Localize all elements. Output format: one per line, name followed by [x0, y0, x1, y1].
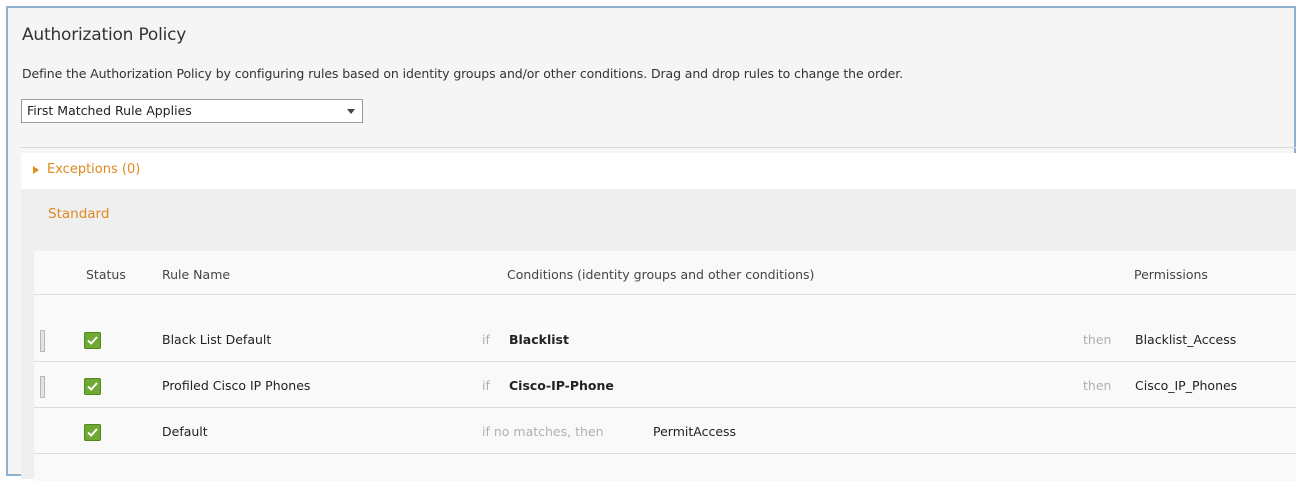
status-enabled-check-icon[interactable] — [84, 424, 101, 441]
chevron-down-icon — [347, 109, 355, 114]
rule-name[interactable]: Default — [162, 424, 208, 439]
rule-permission[interactable]: PermitAccess — [653, 424, 736, 439]
standard-section: Standard Status Rule Name Conditions (id… — [21, 189, 1296, 481]
policy-match-select-value: First Matched Rule Applies — [27, 103, 192, 118]
if-label: if — [482, 332, 490, 347]
rule-permission[interactable]: Cisco_IP_Phones — [1135, 378, 1237, 393]
then-label: then — [1083, 378, 1112, 393]
status-enabled-check-icon[interactable] — [84, 332, 101, 349]
table-row-default[interactable]: Default if no matches, then PermitAccess — [34, 408, 1296, 454]
column-header-permissions: Permissions — [1134, 267, 1208, 282]
divider — [21, 147, 1296, 148]
table-row[interactable]: Black List Default if Blacklist then Bla… — [34, 316, 1296, 362]
rule-condition[interactable]: Blacklist — [509, 332, 569, 347]
page-title: Authorization Policy — [22, 25, 187, 45]
rule-condition[interactable]: Cisco-IP-Phone — [509, 378, 614, 393]
expand-arrow-icon — [33, 166, 39, 174]
then-label: then — [1083, 332, 1112, 347]
table-row[interactable]: Profiled Cisco IP Phones if Cisco-IP-Pho… — [34, 362, 1296, 408]
page-description: Define the Authorization Policy by confi… — [22, 66, 903, 81]
drag-handle-icon[interactable] — [40, 330, 45, 352]
if-label: if — [482, 378, 490, 393]
exceptions-label[interactable]: Exceptions (0) — [47, 162, 140, 177]
standard-label: Standard — [48, 206, 110, 222]
header-divider — [34, 294, 1296, 295]
policy-match-select[interactable]: First Matched Rule Applies — [21, 99, 363, 123]
column-header-rule-name: Rule Name — [162, 267, 231, 282]
rule-name[interactable]: Profiled Cisco IP Phones — [162, 378, 310, 393]
column-header-conditions: Conditions (identity groups and other co… — [507, 267, 815, 282]
if-no-matches-label: if no matches, then — [482, 424, 604, 439]
rule-permission[interactable]: Blacklist_Access — [1135, 332, 1236, 347]
drag-handle-icon[interactable] — [40, 376, 45, 398]
column-header-status: Status — [86, 267, 126, 282]
authorization-policy-panel: Authorization Policy Define the Authoriz… — [6, 6, 1296, 481]
status-enabled-check-icon[interactable] — [84, 378, 101, 395]
rule-name[interactable]: Black List Default — [162, 332, 271, 347]
exceptions-section-toggle[interactable]: Exceptions (0) — [21, 153, 1296, 189]
rules-table: Status Rule Name Conditions (identity gr… — [34, 251, 1296, 481]
